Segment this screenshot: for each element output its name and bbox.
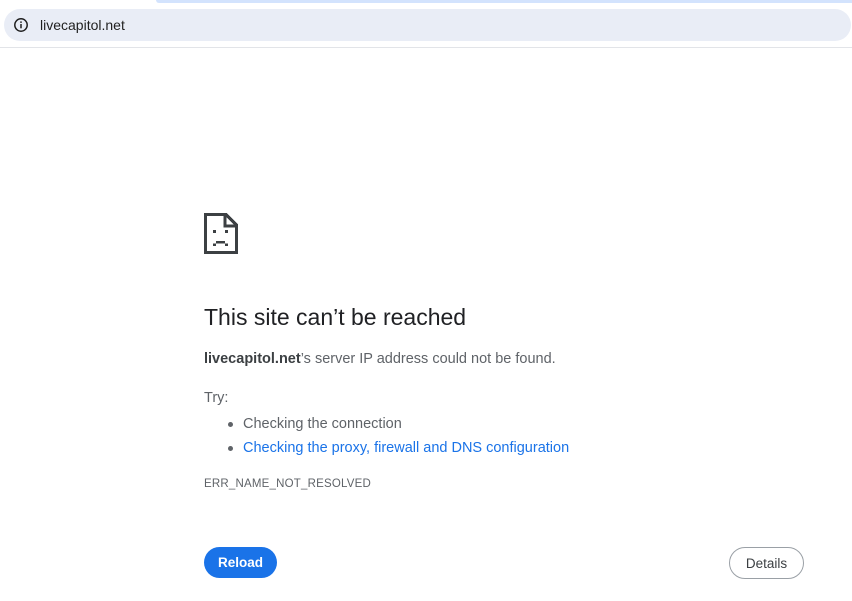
error-headline: This site can’t be reached: [204, 304, 467, 330]
suggestion-check-proxy-link[interactable]: Checking the proxy, firewall and DNS con…: [227, 436, 569, 460]
sad-page-icon: [204, 213, 238, 254]
try-label: Try:: [204, 390, 229, 406]
address-bar[interactable]: livecapitol.net: [4, 9, 851, 41]
url-text[interactable]: livecapitol.net: [40, 17, 125, 33]
error-domain: livecapitol.net: [204, 351, 301, 367]
browser-toolbar: livecapitol.net: [0, 0, 852, 48]
suggestion-list: Checking the connection Checking the pro…: [204, 412, 569, 460]
reload-button[interactable]: Reload: [204, 547, 277, 578]
info-circle-icon[interactable]: [13, 17, 29, 33]
error-description-text: ’s server IP address could not be found.: [300, 351, 556, 367]
tab-strip-edge: [156, 0, 852, 3]
suggestion-check-connection: Checking the connection: [227, 412, 569, 436]
error-description: livecapitol.net’s server IP address coul…: [204, 349, 556, 369]
error-code: ERR_NAME_NOT_RESOLVED: [204, 478, 371, 490]
details-button[interactable]: Details: [729, 547, 804, 579]
